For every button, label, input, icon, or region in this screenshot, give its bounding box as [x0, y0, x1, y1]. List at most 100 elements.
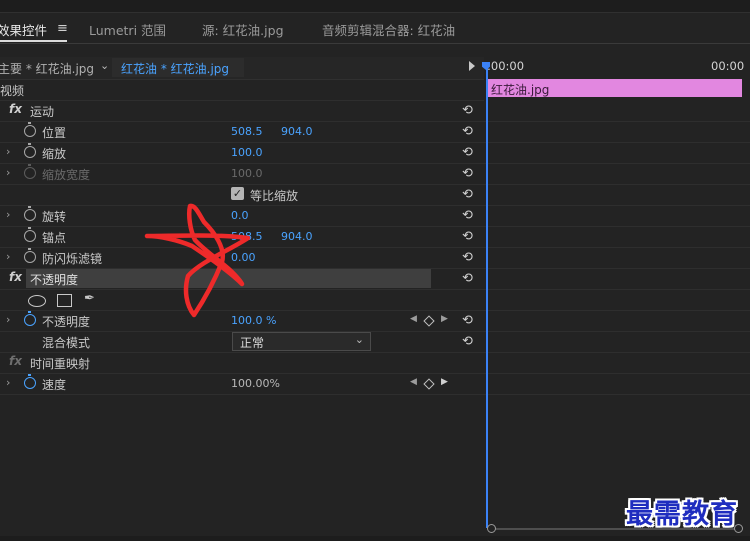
anchor-x-value[interactable]: 508.5 — [231, 230, 263, 243]
tab-source[interactable]: 源: 红花油.jpg — [202, 20, 284, 39]
tab-effect-controls[interactable]: 效果控件 — [0, 20, 47, 39]
timeline-row — [484, 331, 750, 353]
stopwatch-icon[interactable] — [24, 206, 36, 221]
rotation-row: › 旋转 0.0 ⟲ — [0, 205, 484, 227]
blend-mode-dropdown[interactable]: 正常 ⌄ — [232, 332, 371, 351]
timecode-start: :00:00 — [487, 59, 525, 73]
reset-icon[interactable]: ⟲ — [462, 313, 473, 328]
timeline-ruler[interactable]: :00:00 00:00 — [484, 56, 750, 78]
scale-row: › 缩放 100.0 ⟲ — [0, 142, 484, 164]
window-top-strip — [0, 0, 750, 13]
reset-icon[interactable]: ⟲ — [462, 103, 473, 118]
stopwatch-icon[interactable] — [24, 374, 36, 389]
time-remap-row[interactable]: fx 时间重映射 — [0, 352, 484, 374]
position-x-value[interactable]: 508.5 — [231, 125, 263, 138]
reset-icon[interactable]: ⟲ — [462, 166, 473, 181]
reset-icon[interactable]: ⟲ — [462, 124, 473, 139]
timeline-row — [484, 142, 750, 164]
add-keyframe-icon[interactable] — [423, 378, 435, 390]
master-clip-label[interactable]: 主要 * 红花油.jpg — [0, 60, 94, 77]
expand-arrow-icon[interactable]: › — [6, 313, 10, 326]
uniform-scale-label: 等比缩放 — [250, 189, 299, 203]
mini-timeline[interactable]: :00:00 00:00 红花油.jpg — [482, 56, 750, 541]
tab-lumetri-scopes[interactable]: Lumetri 范围 — [89, 20, 166, 39]
timeline-clip[interactable]: 红花油.jpg — [487, 79, 742, 97]
prev-keyframe-icon[interactable]: ◀ — [410, 377, 417, 387]
opacity-row: › 不透明度 100.0 % ◀ ▶ ⟲ — [0, 310, 484, 332]
blend-mode-label: 混合模式 — [42, 336, 91, 350]
anchor-row: 锚点 508.5 904.0 ⟲ — [0, 226, 484, 248]
tab-audio-clip-mixer[interactable]: 音频剪辑混合器: 红花油 — [322, 20, 455, 39]
speed-value[interactable]: 100.00% — [231, 377, 280, 390]
expand-arrow-icon[interactable]: › — [6, 250, 10, 263]
timeline-row — [484, 226, 750, 248]
timeline-row — [484, 205, 750, 227]
opacity-effect-row[interactable]: fx 不透明度 ⟲ — [0, 268, 484, 290]
position-label: 位置 — [42, 126, 67, 140]
video-section-label: 视频 — [0, 84, 25, 98]
timeline-row — [484, 163, 750, 185]
anchor-y-value[interactable]: 904.0 — [281, 230, 313, 243]
speed-label: 速度 — [42, 378, 67, 392]
opacity-header-label: 不透明度 — [30, 273, 79, 287]
active-tab-underline — [0, 40, 67, 42]
stopwatch-icon — [24, 164, 36, 179]
chevron-down-icon[interactable]: ⌄ — [100, 59, 109, 72]
scale-label: 缩放 — [42, 147, 67, 161]
pen-mask-icon[interactable]: ✒ — [84, 291, 95, 306]
playhead[interactable] — [486, 62, 488, 528]
opacity-header-highlight — [26, 269, 431, 288]
timeline-row — [484, 310, 750, 332]
reset-icon[interactable]: ⟲ — [462, 334, 473, 349]
timeline-row — [484, 184, 750, 206]
motion-effect-row[interactable]: fx 运动 ⟲ — [0, 100, 484, 122]
watermark-logo: 最需教育 — [626, 499, 738, 530]
ellipse-mask-icon[interactable] — [28, 295, 46, 307]
expand-arrow-icon[interactable]: › — [6, 145, 10, 158]
chevron-down-icon: ⌄ — [354, 333, 364, 346]
expand-timeline-icon[interactable] — [469, 61, 475, 71]
video-section-row: 视频 — [0, 79, 484, 101]
stopwatch-icon[interactable] — [24, 227, 36, 242]
stopwatch-icon[interactable] — [24, 122, 36, 137]
rectangle-mask-icon[interactable] — [57, 294, 72, 307]
anti-flicker-value[interactable]: 0.00 — [231, 251, 256, 264]
timeline-row — [484, 100, 750, 122]
expand-arrow-icon[interactable]: › — [6, 376, 10, 389]
panel-menu-icon[interactable]: ≡ — [57, 21, 68, 36]
speed-row: › 速度 100.00% ◀ ▶ — [0, 373, 484, 395]
next-keyframe-icon[interactable]: ▶ — [441, 377, 448, 387]
timecode-end: 00:00 — [711, 59, 745, 73]
timeline-row — [484, 373, 750, 395]
stopwatch-icon[interactable] — [24, 143, 36, 158]
fx-icon[interactable]: fx — [9, 270, 22, 284]
prev-keyframe-icon[interactable]: ◀ — [410, 314, 417, 324]
scrollbar-start-handle[interactable] — [487, 524, 496, 533]
stopwatch-icon[interactable] — [24, 311, 36, 326]
timeline-row — [484, 247, 750, 269]
blend-mode-value: 正常 — [240, 336, 265, 350]
anchor-label: 锚点 — [42, 231, 67, 245]
reset-icon[interactable]: ⟲ — [462, 208, 473, 223]
scale-width-row: › 缩放宽度 100.0 ⟲ — [0, 163, 484, 185]
expand-arrow-icon[interactable]: › — [6, 208, 10, 221]
fx-icon[interactable]: fx — [9, 102, 22, 116]
reset-icon[interactable]: ⟲ — [462, 187, 473, 202]
position-row: 位置 508.5 904.0 ⟲ — [0, 121, 484, 143]
stopwatch-icon[interactable] — [24, 248, 36, 263]
rotation-value[interactable]: 0.0 — [231, 209, 249, 222]
position-y-value[interactable]: 904.0 — [281, 125, 313, 138]
motion-label: 运动 — [30, 105, 55, 119]
reset-icon[interactable]: ⟲ — [462, 250, 473, 265]
reset-icon[interactable]: ⟲ — [462, 145, 473, 160]
add-keyframe-icon[interactable] — [423, 315, 435, 327]
expand-arrow-icon[interactable]: › — [6, 166, 10, 179]
reset-icon[interactable]: ⟲ — [462, 229, 473, 244]
opacity-value[interactable]: 100.0 % — [231, 314, 276, 327]
next-keyframe-icon[interactable]: ▶ — [441, 314, 448, 324]
sequence-clip-label[interactable]: 红花油 * 红花油.jpg — [121, 60, 229, 77]
mask-tools-row: ✒ — [0, 289, 484, 311]
uniform-scale-checkbox[interactable]: ✓ — [231, 187, 244, 200]
reset-icon[interactable]: ⟲ — [462, 271, 473, 286]
scale-value[interactable]: 100.0 — [231, 146, 263, 159]
